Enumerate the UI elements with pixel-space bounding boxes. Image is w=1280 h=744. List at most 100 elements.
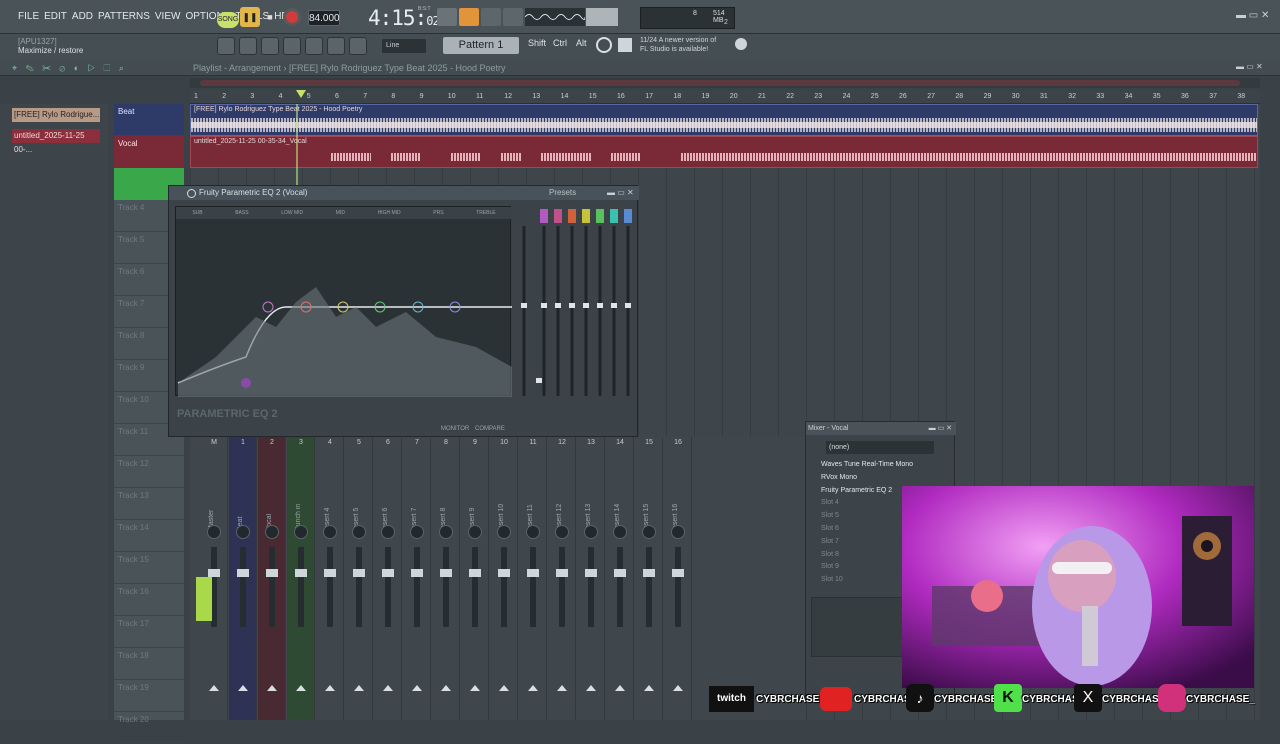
playlist-scrollbar[interactable] [190,78,1260,88]
playlist-tools-icons[interactable]: ⌖ ✎ ✂ ⊘ ◐ ▷ ⬚ ⌕ [12,63,127,74]
route-arrow-icon[interactable] [441,685,451,691]
eq-window-controls[interactable]: ▬ ▭ ✕ [607,188,634,197]
volume-fader-track[interactable] [675,547,681,627]
playlist-window-controls[interactable]: ▬ ▭ ✕ [1236,62,1263,71]
wait-for-input-icon[interactable] [503,8,523,26]
mixer-strip[interactable]: 11 Insert 11 [519,437,547,720]
vocal-audio-clip[interactable]: untitled_2025-11-25 00-35-34_Vocal [190,136,1258,168]
mixer-icon[interactable] [305,37,323,55]
volume-fader-handle[interactable] [585,569,597,577]
pan-knob[interactable] [613,525,627,539]
pan-knob[interactable] [207,525,221,539]
volume-fader-track[interactable] [646,547,652,627]
pan-knob[interactable] [323,525,337,539]
mixer-strip[interactable]: 10 Insert 10 [490,437,518,720]
volume-fader-handle[interactable] [469,569,481,577]
app-window-controls[interactable]: ▬ ▭ ✕ [1236,10,1269,21]
volume-fader-handle[interactable] [295,569,307,577]
pan-knob[interactable] [497,525,511,539]
pan-knob[interactable] [439,525,453,539]
eq-monitor-button[interactable]: MONITOR [441,426,469,432]
volume-fader-handle[interactable] [411,569,423,577]
route-arrow-icon[interactable] [586,685,596,691]
eq-band-sliders[interactable] [514,206,634,406]
metronome-icon[interactable] [481,8,501,26]
pan-knob[interactable] [555,525,569,539]
pause-button[interactable]: ❚❚ [240,7,260,27]
mixer-strip[interactable]: 9 Insert 9 [461,437,489,720]
volume-fader-track[interactable] [443,547,449,627]
playhead-marker[interactable] [296,90,306,98]
alt-key[interactable]: Alt [576,38,587,48]
volume-fader-track[interactable] [588,547,594,627]
route-arrow-icon[interactable] [383,685,393,691]
mixer-strip[interactable]: 12 Insert 12 [548,437,576,720]
track-header[interactable]: Track 17 [114,616,184,648]
menu-view[interactable]: VIEW [155,11,181,22]
route-arrow-icon[interactable] [325,685,335,691]
volume-fader-track[interactable] [530,547,536,627]
mixer-window-controls[interactable]: ▬ ▭ ✕ [929,422,956,435]
route-arrow-icon[interactable] [238,685,248,691]
route-arrow-icon[interactable] [267,685,277,691]
record-button[interactable] [283,8,301,26]
beat-audio-clip[interactable]: [FREE] Rylo Rodriguez Type Beat 2025 - H… [190,104,1258,136]
track-header[interactable]: Track 18 [114,648,184,680]
volume-fader-handle[interactable] [643,569,655,577]
route-arrow-icon[interactable] [470,685,480,691]
pan-knob[interactable] [381,525,395,539]
track-header[interactable]: Track 14 [114,520,184,552]
volume-fader-handle[interactable] [266,569,278,577]
route-arrow-icon[interactable] [499,685,509,691]
track-header[interactable]: Track 15 [114,552,184,584]
volume-fader-track[interactable] [559,547,565,627]
update-notice[interactable]: 11/24 A newer version of FL Studio is av… [640,36,716,54]
volume-fader-track[interactable] [298,547,304,627]
track-header[interactable]: Beat [114,104,184,136]
volume-fader-handle[interactable] [614,569,626,577]
volume-fader-track[interactable] [385,547,391,627]
pan-knob[interactable] [265,525,279,539]
route-arrow-icon[interactable] [209,685,219,691]
eq-response-graph[interactable]: SUB BASS LOW MID MID HIGH MID PRS TREBLE [175,206,512,397]
menu-patterns[interactable]: PATTERNS [98,11,150,22]
pan-knob[interactable] [236,525,250,539]
mixer-strip[interactable]: 4 Insert 4 [316,437,344,720]
menu-add[interactable]: ADD [72,11,93,22]
track-header[interactable]: Track 12 [114,456,184,488]
volume-fader-handle[interactable] [440,569,452,577]
piano-roll-icon[interactable] [239,37,257,55]
volume-fader-track[interactable] [240,547,246,627]
route-arrow-icon[interactable] [644,685,654,691]
mixer-strip[interactable]: 8 Insert 8 [432,437,460,720]
microphone-icon[interactable] [349,37,367,55]
song-mode-toggle[interactable]: SONG [217,12,239,28]
route-arrow-icon[interactable] [412,685,422,691]
volume-fader-track[interactable] [356,547,362,627]
track-header[interactable]: Track 16 [114,584,184,616]
volume-fader-track[interactable] [269,547,275,627]
timeline-ruler[interactable]: 1 2 3 4 5 6 7 8 9 10 11 12 13 14 15 16 17 18 19 20 21 22 23 24 2… [190,90,1260,104]
globe-icon[interactable] [735,38,747,50]
tempo-display[interactable]: 84.000 [308,10,340,26]
volume-fader-track[interactable] [327,547,333,627]
track-header[interactable]: Track 20 [114,712,184,744]
mixer-insert-title[interactable]: Mixer - Vocal ▬ ▭ ✕ [806,422,956,435]
route-arrow-icon[interactable] [557,685,567,691]
mixer-strip[interactable]: 16 Insert 16 [664,437,692,720]
volume-fader-handle[interactable] [353,569,365,577]
volume-fader-handle[interactable] [527,569,539,577]
pan-knob[interactable] [352,525,366,539]
typing-keyboard-icon[interactable] [459,8,479,26]
track-header[interactable]: Vocal [114,136,184,168]
pattern-selector[interactable]: Pattern 1 [443,37,519,54]
shift-key[interactable]: Shift [528,38,546,48]
gear-icon[interactable] [596,37,612,53]
route-arrow-icon[interactable] [615,685,625,691]
picker-item-beat[interactable]: [FREE] Rylo Rodrigue... [12,108,100,122]
volume-fader-handle[interactable] [672,569,684,577]
mixer-strip[interactable]: 2 Vocal [258,437,286,720]
pan-knob[interactable] [468,525,482,539]
route-arrow-icon[interactable] [528,685,538,691]
volume-fader-handle[interactable] [556,569,568,577]
